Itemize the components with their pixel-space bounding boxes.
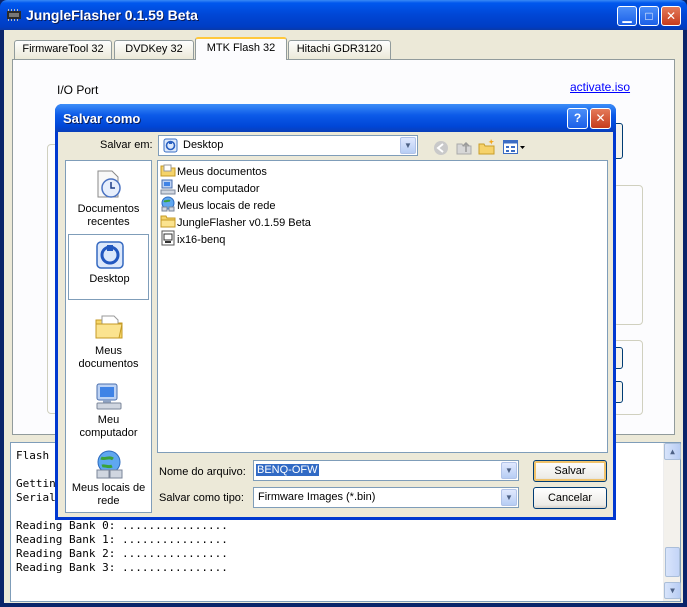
- maximize-icon: □: [645, 9, 653, 23]
- tab-mtk-flash[interactable]: MTK Flash 32: [195, 37, 287, 60]
- file-name: Meu computador: [177, 183, 260, 195]
- log-scrollbar[interactable]: ▲ ▼: [663, 443, 681, 601]
- help-icon: ?: [573, 111, 582, 125]
- log-line: Flash: [16, 449, 50, 462]
- file-name: Meus locais de rede: [177, 200, 276, 212]
- minimize-icon: ▁: [622, 9, 632, 23]
- minimize-button[interactable]: ▁: [617, 6, 637, 26]
- log-line: Reading Bank 1: ................: [16, 533, 228, 546]
- file-list[interactable]: Meus documentos Meu computador Meus loca…: [157, 160, 608, 453]
- folder-icon: [160, 215, 177, 229]
- place-recent-documents[interactable]: Documentos recentes: [68, 165, 149, 231]
- save-in-value: Desktop: [183, 139, 224, 151]
- place-desktop[interactable]: Desktop: [68, 234, 149, 300]
- dialog-title: Salvar como: [63, 111, 141, 126]
- filename-dropdown-button[interactable]: ▼: [501, 462, 517, 479]
- arrow-up-icon: ▲: [670, 447, 675, 456]
- dialog-titlebar[interactable]: Salvar como ? ✕: [55, 104, 616, 132]
- file-name: JungleFlasher v0.1.59 Beta: [177, 217, 311, 229]
- log-line: Gettin: [16, 477, 56, 490]
- desktop-icon: [94, 239, 126, 271]
- place-label: Meus documentos: [78, 345, 139, 370]
- chevron-down-icon: ▼: [404, 141, 412, 150]
- arrow-down-icon: ▼: [670, 586, 675, 595]
- file-name: Meus documentos: [177, 166, 267, 178]
- cancel-button[interactable]: Cancelar: [533, 487, 607, 509]
- list-item[interactable]: ix16-benq: [160, 230, 225, 246]
- recent-documents-icon: [93, 168, 125, 200]
- panel-groupbox-right: [613, 185, 643, 325]
- places-bar: Documentos recentes Desktop Meus documen…: [65, 160, 152, 513]
- chevron-down-icon: ▼: [505, 466, 513, 475]
- app-icon: [6, 9, 22, 24]
- folder-documents-icon: [160, 164, 177, 178]
- list-item[interactable]: Meus locais de rede: [160, 196, 275, 212]
- scroll-up-button[interactable]: ▲: [664, 443, 681, 460]
- save-button[interactable]: Salvar: [533, 460, 607, 482]
- save-in-combo[interactable]: Desktop ▼: [158, 135, 418, 156]
- help-button[interactable]: ?: [567, 108, 588, 129]
- scroll-thumb[interactable]: [665, 547, 680, 577]
- place-my-computer[interactable]: Meu computador: [68, 379, 149, 445]
- save-in-dropdown-button[interactable]: ▼: [400, 137, 416, 154]
- filename-label: Nome do arquivo:: [159, 466, 246, 478]
- filetype-select[interactable]: Firmware Images (*.bin) ▼: [253, 487, 519, 508]
- dialog-close-button[interactable]: ✕: [590, 108, 611, 129]
- place-network[interactable]: Meus locais de rede: [68, 445, 149, 511]
- filetype-dropdown-button[interactable]: ▼: [501, 489, 517, 506]
- save-in-label: Salvar em:: [100, 139, 153, 151]
- filename-text-wrap: BENQ-OFW: [256, 464, 319, 476]
- app-title: JungleFlasher 0.1.59 Beta: [26, 7, 198, 23]
- place-label: Meu computador: [79, 414, 138, 439]
- io-port-label: I/O Port: [57, 83, 99, 97]
- close-button[interactable]: ✕: [661, 6, 681, 26]
- main-titlebar[interactable]: JungleFlasher 0.1.59 Beta ▁ □ ✕: [0, 0, 687, 30]
- place-label: Meus locais de rede: [71, 482, 146, 507]
- place-label: Desktop: [89, 273, 130, 285]
- dialog-client-area: Salvar em: Desktop ▼ Documentos recentes…: [58, 132, 613, 517]
- file-icon: [160, 230, 177, 246]
- log-line: Reading Bank 2: ................: [16, 547, 228, 560]
- tab-hitachi[interactable]: Hitachi GDR3120: [288, 40, 391, 59]
- new-folder-icon[interactable]: [478, 138, 496, 159]
- close-icon: ✕: [665, 9, 677, 23]
- up-folder-icon[interactable]: [455, 138, 473, 159]
- filename-combo[interactable]: BENQ-OFW ▼: [253, 460, 519, 481]
- save-as-dialog: Salvar como ? ✕ Salvar em: Desktop ▼ Doc…: [55, 104, 616, 520]
- close-icon: ✕: [595, 111, 606, 125]
- place-label: Documentos recentes: [77, 203, 140, 228]
- filename-input[interactable]: BENQ-OFW: [256, 464, 319, 476]
- chevron-down-icon: ▼: [505, 493, 513, 502]
- filetype-value: Firmware Images (*.bin): [258, 491, 376, 503]
- network-places-icon: [93, 448, 125, 480]
- log-line: Reading Bank 3: ................: [16, 561, 228, 574]
- log-line: Serial: [16, 491, 56, 504]
- tab-dvdkey[interactable]: DVDKey 32: [114, 40, 194, 59]
- activate-iso-link[interactable]: activate.iso: [570, 80, 630, 94]
- filetype-label: Salvar como tipo:: [159, 492, 244, 504]
- desktop-small-icon: [163, 138, 178, 156]
- list-item[interactable]: Meu computador: [160, 179, 260, 195]
- tab-firmwaretool[interactable]: FirmwareTool 32: [14, 40, 112, 59]
- scroll-down-button[interactable]: ▼: [664, 582, 681, 599]
- view-menu-icon[interactable]: [503, 140, 527, 158]
- file-name: ix16-benq: [177, 234, 226, 246]
- list-item[interactable]: JungleFlasher v0.1.59 Beta: [160, 213, 311, 229]
- computer-icon: [160, 179, 177, 195]
- list-item[interactable]: Meus documentos: [160, 162, 267, 178]
- place-my-documents[interactable]: Meus documentos: [68, 307, 149, 373]
- my-documents-icon: [93, 310, 125, 342]
- my-computer-icon: [93, 381, 125, 413]
- back-icon[interactable]: [433, 140, 449, 159]
- log-line: Reading Bank 0: ................: [16, 519, 228, 532]
- maximize-button[interactable]: □: [639, 6, 659, 26]
- network-icon: [160, 196, 177, 212]
